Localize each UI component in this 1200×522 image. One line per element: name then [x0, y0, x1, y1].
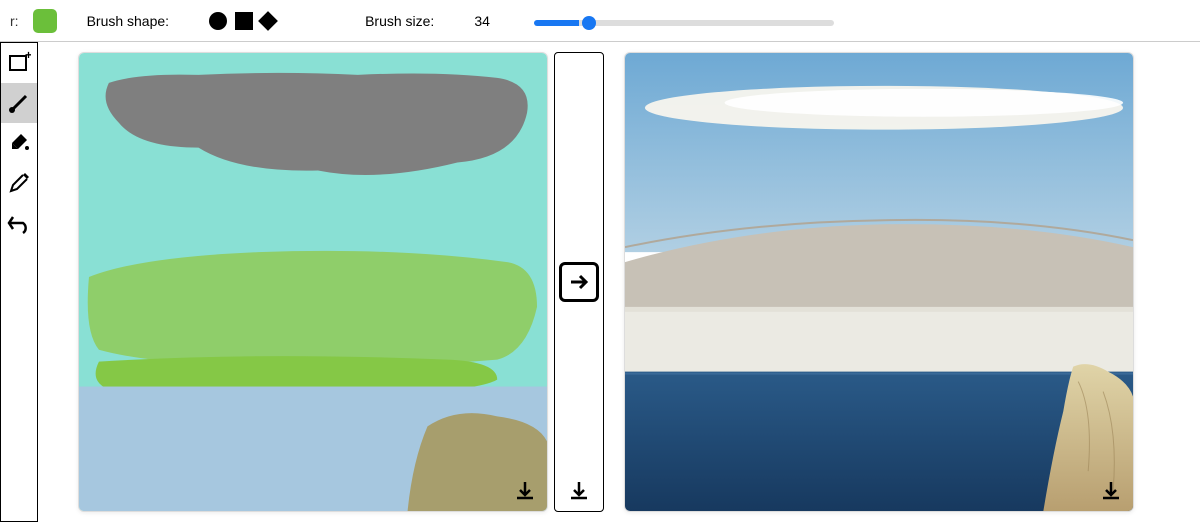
- generate-column: [554, 52, 604, 512]
- download-icon: [514, 480, 536, 502]
- brush-shape-diamond[interactable]: [258, 11, 278, 31]
- undo-icon: [7, 211, 31, 235]
- brush-size-label: Brush size:: [365, 13, 434, 29]
- brush-shape-circle[interactable]: [209, 12, 227, 30]
- brush-shape-label: Brush shape:: [87, 13, 170, 29]
- brush-color-swatch[interactable]: [33, 9, 57, 33]
- download-icon: [1100, 480, 1122, 502]
- download-output-button[interactable]: [1097, 477, 1125, 505]
- fill-tool[interactable]: [1, 123, 37, 163]
- brush-tool[interactable]: [1, 83, 37, 123]
- fill-bucket-icon: [7, 131, 31, 155]
- brush-size-slider[interactable]: [534, 20, 834, 26]
- svg-text:+: +: [25, 51, 31, 62]
- tool-sidebar: +: [0, 42, 38, 522]
- eyedropper-tool[interactable]: [1, 163, 37, 203]
- top-toolbar: r: Brush shape: Brush size: 34: [0, 0, 1200, 42]
- brush-size-value: 34: [474, 13, 504, 29]
- add-image-icon: +: [7, 51, 31, 75]
- arrow-right-icon: [568, 271, 590, 293]
- generate-button[interactable]: [559, 262, 599, 302]
- brush-icon: [7, 91, 31, 115]
- download-icon: [568, 480, 590, 502]
- segmentation-drawing: [79, 53, 547, 511]
- eyedropper-icon: [7, 171, 31, 195]
- brush-shape-square[interactable]: [235, 12, 253, 30]
- generated-photo: [625, 53, 1133, 511]
- add-image-tool[interactable]: +: [1, 43, 37, 83]
- segmentation-canvas[interactable]: [78, 52, 548, 512]
- color-label-fragment: r:: [10, 13, 19, 29]
- output-image: [624, 52, 1134, 512]
- download-input-button[interactable]: [511, 477, 539, 505]
- download-center-button[interactable]: [565, 477, 593, 505]
- undo-tool[interactable]: [1, 203, 37, 243]
